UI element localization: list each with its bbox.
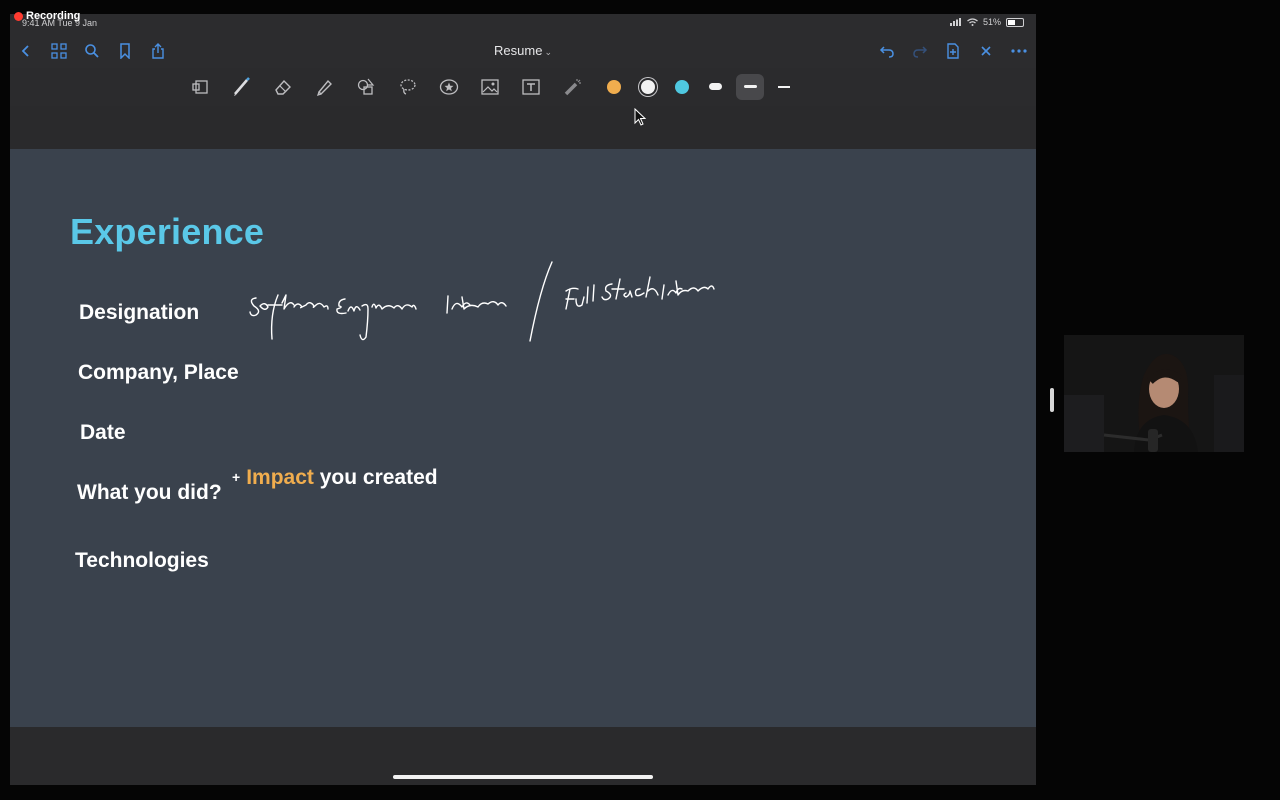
redo-button[interactable] [909, 40, 931, 62]
home-indicator[interactable] [393, 775, 653, 779]
plus-sign: + [232, 469, 241, 485]
what-you-did-label: What you did? [77, 481, 222, 504]
wifi-icon [967, 18, 978, 26]
highlighter-icon [316, 79, 332, 97]
webcam-video [1064, 335, 1244, 452]
image-tool[interactable] [479, 76, 501, 98]
shapes-tool[interactable] [355, 76, 377, 98]
eraser-tool[interactable] [272, 76, 294, 98]
section-heading: Experience [70, 211, 265, 252]
scroll-indicator[interactable] [1050, 388, 1054, 412]
recording-indicator: Recording [14, 10, 80, 22]
sticker-icon [439, 79, 459, 95]
impact-word: Impact [246, 466, 314, 489]
date-label: Date [80, 421, 126, 444]
color-swatch-cyan[interactable] [675, 80, 689, 94]
status-indicators: 51% [949, 17, 1024, 27]
recording-label: Recording [26, 10, 81, 22]
add-page-icon [947, 43, 959, 59]
laser-pointer-tool[interactable] [562, 76, 584, 98]
battery-percent: 51% [982, 17, 1001, 27]
stroke-width-thick[interactable] [709, 83, 722, 90]
chevron-down-icon: ⌄ [544, 47, 552, 57]
battery-icon [1006, 17, 1024, 27]
cellular-icon [949, 18, 961, 26]
stroke-width-thin[interactable] [778, 86, 790, 88]
close-button[interactable] [975, 40, 997, 62]
ipad-screen: 9:41 AM Tue 9 Jan 51% Resume ⌄ Experienc… [10, 14, 1036, 785]
undo-icon [879, 46, 894, 58]
read-mode-button[interactable] [190, 76, 212, 98]
presenter-video [1064, 335, 1244, 452]
undo-button[interactable] [876, 40, 898, 62]
eraser-icon [275, 79, 291, 95]
more-button[interactable] [1008, 40, 1030, 62]
drawing-toolbar [10, 68, 1036, 107]
impact-rest: you created [319, 466, 438, 489]
company-place-label: Company, Place [78, 361, 239, 384]
color-swatch-orange[interactable] [607, 80, 621, 94]
pen-tool[interactable] [231, 76, 253, 98]
page-gap-top [10, 106, 1036, 149]
image-icon [481, 79, 499, 95]
highlighter-tool[interactable] [314, 76, 336, 98]
lasso-icon [400, 79, 416, 95]
text-box-icon [522, 79, 540, 95]
lasso-tool[interactable] [397, 76, 419, 98]
recording-dot-icon [14, 11, 23, 21]
shapes-icon [357, 78, 375, 95]
document-title-text: Resume [494, 43, 543, 58]
text-tool[interactable] [520, 76, 542, 98]
laser-pointer-icon [564, 79, 581, 96]
pen-icon [234, 77, 250, 96]
stroke-width-medium[interactable] [744, 85, 757, 88]
color-swatch-white[interactable] [641, 80, 655, 94]
status-bar: 9:41 AM Tue 9 Jan 51% [10, 14, 1036, 34]
redo-icon [913, 46, 928, 58]
page-view-icon [192, 80, 208, 94]
navigation-bar: Resume ⌄ [10, 34, 1036, 68]
close-icon [981, 46, 991, 56]
more-icon [1011, 49, 1027, 53]
notebook-page[interactable]: Experience Designation Company, Place Da… [10, 149, 1036, 727]
add-page-button[interactable] [942, 40, 964, 62]
impact-note: + Impact you created [232, 466, 438, 490]
elements-tool[interactable] [438, 76, 460, 98]
mouse-cursor-icon [634, 108, 647, 126]
designation-label: Designation [79, 301, 200, 324]
technologies-label: Technologies [75, 549, 209, 572]
